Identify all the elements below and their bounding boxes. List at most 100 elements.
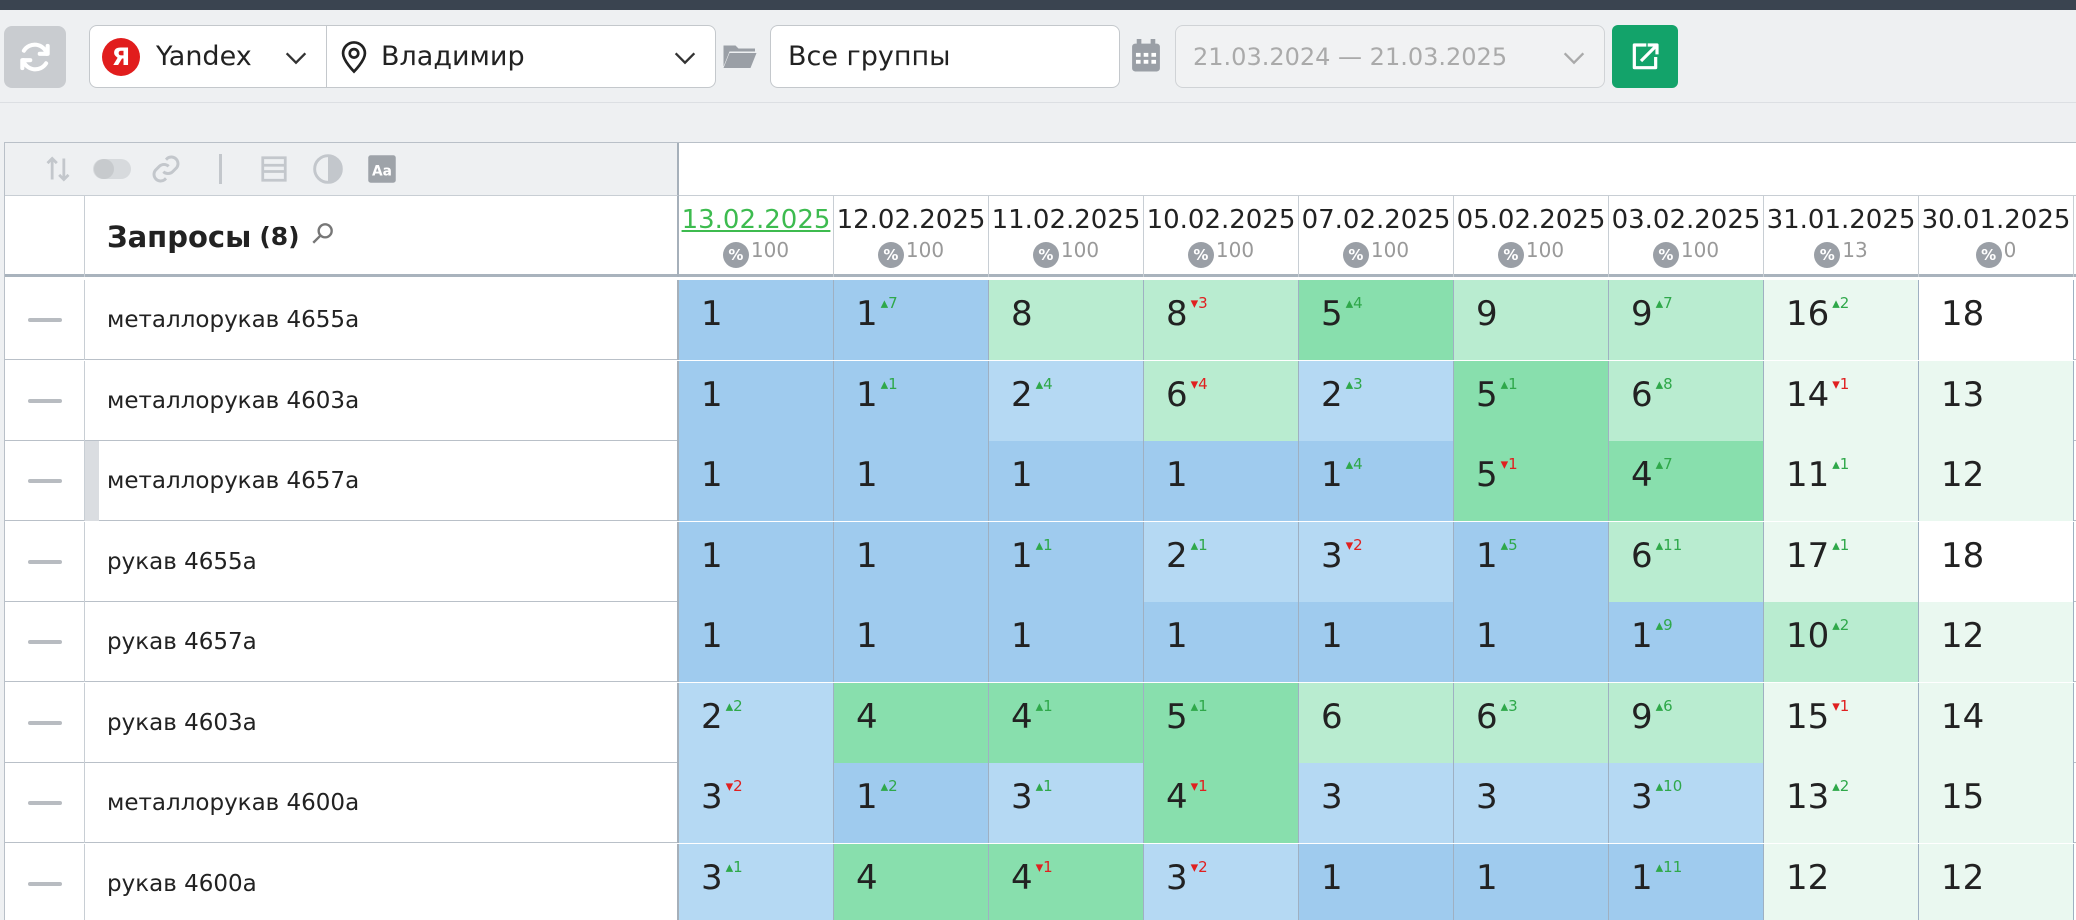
position-cell[interactable]: 2 ▴3 — [1299, 360, 1454, 441]
position-cell[interactable]: 4 — [834, 843, 989, 920]
position-cell[interactable]: 3 ▴1 — [679, 843, 834, 920]
date-range-select[interactable]: 21.03.2024 — 21.03.2025 — [1175, 25, 1605, 88]
query-column-header[interactable]: Запросы (8) — [85, 196, 679, 277]
position-cell[interactable]: 1 ▴2 — [834, 763, 989, 843]
position-cell[interactable]: 1 ▴4 — [1299, 441, 1454, 521]
position-cell[interactable]: 2 ▴1 — [1144, 521, 1299, 602]
position-cell[interactable]: 16 ▴2 — [1764, 280, 1919, 360]
row-select-cell[interactable] — [5, 763, 85, 843]
position-cell[interactable]: 3 ▾2 — [1144, 843, 1299, 920]
position-cell[interactable]: 9 ▴7 — [1609, 280, 1764, 360]
position-cell[interactable]: 1 — [679, 280, 834, 360]
toggle-icon[interactable] — [85, 149, 139, 189]
position-cell[interactable]: 1 — [679, 602, 834, 682]
position-cell[interactable]: 12 — [1919, 843, 2074, 920]
position-cell[interactable]: 1 ▴9 — [1609, 602, 1764, 682]
position-cell[interactable]: 8 ▾3 — [1144, 280, 1299, 360]
row-select-cell[interactable] — [5, 441, 85, 521]
position-cell[interactable]: 1 — [1454, 602, 1609, 682]
query-cell[interactable]: рукав 4655а — [85, 521, 679, 602]
date-column-header[interactable]: 11.02.2025% 100 — [989, 196, 1144, 277]
position-cell[interactable]: 1 — [834, 521, 989, 602]
position-cell[interactable]: 3 — [1454, 763, 1609, 843]
position-cell[interactable]: 1 ▴11 — [1609, 843, 1764, 920]
row-select-cell[interactable] — [5, 602, 85, 682]
row-select-cell[interactable] — [5, 280, 85, 360]
position-cell[interactable]: 5 ▾1 — [1454, 441, 1609, 521]
refresh-button[interactable] — [4, 26, 66, 88]
position-cell[interactable]: 3 — [1299, 763, 1454, 843]
position-cell[interactable]: 10 ▴2 — [1764, 602, 1919, 682]
position-cell[interactable]: 4 ▾1 — [1144, 763, 1299, 843]
query-cell[interactable]: металлорукав 4655а — [85, 280, 679, 360]
date-column-header[interactable]: 03.02.2025% 100 — [1609, 196, 1764, 277]
table-icon[interactable] — [247, 149, 301, 189]
position-cell[interactable]: 3 ▾2 — [1299, 521, 1454, 602]
date-column-header[interactable]: 13.02.2025% 100 — [679, 196, 834, 277]
position-cell[interactable]: 15 — [1919, 763, 2074, 843]
groups-field[interactable]: Все группы — [770, 25, 1120, 88]
position-cell[interactable]: 8 — [989, 280, 1144, 360]
position-cell[interactable]: 13 — [1919, 360, 2074, 441]
position-cell[interactable]: 1 ▴1 — [989, 521, 1144, 602]
query-cell[interactable]: рукав 4600а — [85, 843, 679, 920]
query-cell[interactable]: металлорукав 4600а — [85, 763, 679, 843]
header-select-cell[interactable] — [5, 196, 85, 277]
position-cell[interactable]: 1 — [1454, 843, 1609, 920]
position-cell[interactable]: 12 — [1764, 843, 1919, 920]
position-cell[interactable]: 1 — [1299, 602, 1454, 682]
date-column-header[interactable]: 12.02.2025% 100 — [834, 196, 989, 277]
calendar-icon[interactable] — [1130, 39, 1162, 73]
row-select-cell[interactable] — [5, 843, 85, 920]
position-cell[interactable]: 18 — [1919, 521, 2074, 602]
position-cell[interactable]: 4 — [834, 682, 989, 763]
position-cell[interactable]: 9 — [1454, 280, 1609, 360]
position-cell[interactable]: 1 — [834, 602, 989, 682]
position-cell[interactable]: 3 ▾2 — [679, 763, 834, 843]
position-cell[interactable]: 1 — [1299, 843, 1454, 920]
position-cell[interactable]: 9 ▴6 — [1609, 682, 1764, 763]
position-cell[interactable]: 6 — [1299, 682, 1454, 763]
position-cell[interactable]: 6 ▾4 — [1144, 360, 1299, 441]
position-cell[interactable]: 6 ▴8 — [1609, 360, 1764, 441]
position-cell[interactable]: 14 — [1919, 682, 2074, 763]
date-column-header[interactable]: 31.01.2025% 13 — [1764, 196, 1919, 277]
search-icon[interactable] — [310, 220, 336, 246]
font-icon[interactable]: Aa — [355, 149, 409, 189]
region-select[interactable]: Владимир — [326, 25, 716, 88]
position-cell[interactable]: 1 ▴1 — [834, 360, 989, 441]
position-cell[interactable]: 4 ▴1 — [989, 682, 1144, 763]
date-label[interactable]: 13.02.2025 — [679, 205, 833, 235]
position-cell[interactable]: 13 ▴2 — [1764, 763, 1919, 843]
position-cell[interactable]: 1 — [1144, 441, 1299, 521]
position-cell[interactable]: 1 — [679, 360, 834, 441]
position-cell[interactable]: 4 ▴7 — [1609, 441, 1764, 521]
position-cell[interactable]: 1 ▴7 — [834, 280, 989, 360]
folder-icon[interactable] — [722, 40, 758, 72]
contrast-icon[interactable] — [301, 149, 355, 189]
date-column-header[interactable]: 10.02.2025% 100 — [1144, 196, 1299, 277]
row-select-cell[interactable] — [5, 521, 85, 602]
position-cell[interactable]: 2 ▴4 — [989, 360, 1144, 441]
position-cell[interactable]: 1 — [679, 441, 834, 521]
position-cell[interactable]: 11 ▴1 — [1764, 441, 1919, 521]
row-select-cell[interactable] — [5, 360, 85, 441]
position-cell[interactable]: 5 ▴1 — [1144, 682, 1299, 763]
position-cell[interactable]: 2 ▴2 — [679, 682, 834, 763]
position-cell[interactable]: 5 ▴1 — [1454, 360, 1609, 441]
position-cell[interactable]: 1 ▴5 — [1454, 521, 1609, 602]
position-cell[interactable]: 1 — [989, 602, 1144, 682]
query-cell[interactable]: металлорукав 4603а — [85, 360, 679, 441]
query-cell[interactable]: рукав 4657а — [85, 602, 679, 682]
position-cell[interactable]: 1 — [1144, 602, 1299, 682]
position-cell[interactable]: 12 — [1919, 441, 2074, 521]
query-cell[interactable]: рукав 4603а — [85, 682, 679, 763]
position-cell[interactable]: 14 ▾1 — [1764, 360, 1919, 441]
position-cell[interactable]: 18 — [1919, 280, 2074, 360]
position-cell[interactable]: 6 ▴3 — [1454, 682, 1609, 763]
position-cell[interactable]: 12 — [1919, 602, 2074, 682]
position-cell[interactable]: 17 ▴1 — [1764, 521, 1919, 602]
position-cell[interactable]: 5 ▴4 — [1299, 280, 1454, 360]
position-cell[interactable]: 3 ▴10 — [1609, 763, 1764, 843]
position-cell[interactable]: 15 ▾1 — [1764, 682, 1919, 763]
